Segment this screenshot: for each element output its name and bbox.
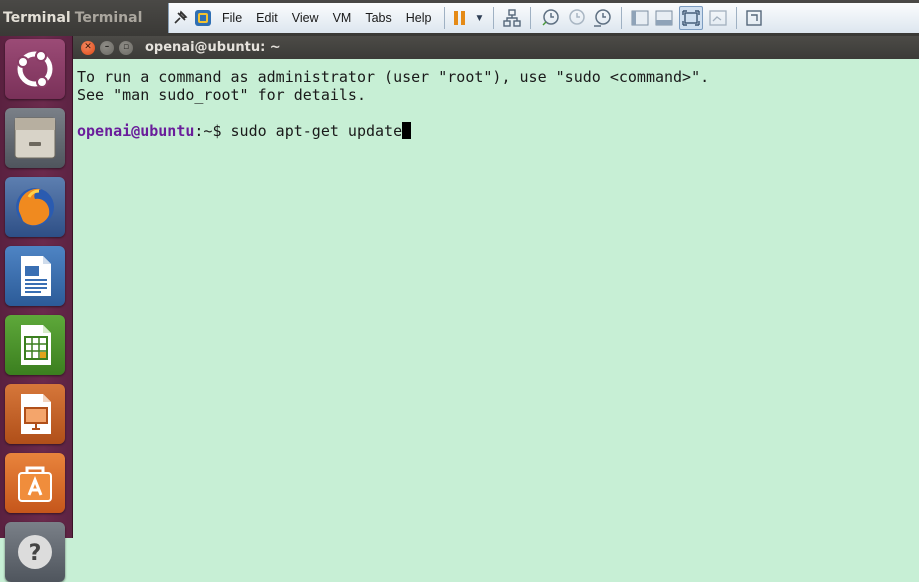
network-icon[interactable]	[503, 7, 522, 29]
menu-vm[interactable]: VM	[326, 7, 359, 29]
maximize-button[interactable]: ▫	[119, 40, 133, 55]
snapshot-take-icon[interactable]	[540, 7, 560, 29]
snapshot-revert-icon[interactable]	[566, 7, 586, 29]
menu-tabs[interactable]: Tabs	[358, 7, 398, 29]
menu-view[interactable]: View	[285, 7, 326, 29]
app-title-right: Terminal	[74, 10, 143, 26]
close-button[interactable]: ✕	[81, 40, 95, 55]
prompt-path: :~$	[194, 122, 231, 140]
minimize-button[interactable]: –	[100, 40, 114, 55]
app-title-left: Terminal	[3, 10, 71, 26]
view-unity-icon[interactable]	[655, 7, 673, 29]
menu-help[interactable]: Help	[399, 7, 439, 29]
help-icon[interactable]: ?	[5, 522, 65, 582]
prompt-user: openai@ubuntu	[77, 122, 195, 140]
window-title: openai@ubuntu: ~	[145, 40, 281, 55]
svg-text:?: ?	[29, 541, 42, 566]
terminal-line: See "man sudo_root" for details.	[77, 86, 366, 104]
toolbar-separator	[493, 7, 495, 29]
menu-edit[interactable]: Edit	[249, 7, 285, 29]
menu-file[interactable]: File	[215, 7, 249, 29]
app-title: Terminal Terminal	[0, 0, 168, 36]
vm-console-icon[interactable]	[194, 7, 212, 29]
toolbar-separator	[530, 7, 532, 29]
fit-guest-icon[interactable]	[746, 7, 763, 29]
text-cursor	[402, 122, 412, 139]
libreoffice-impress-icon[interactable]	[5, 384, 65, 444]
firefox-icon[interactable]	[5, 177, 65, 237]
prompt-line[interactable]: openai@ubuntu:~$ sudo apt-get update	[77, 122, 919, 140]
files-icon[interactable]	[5, 108, 65, 168]
libreoffice-calc-icon[interactable]	[5, 315, 65, 375]
dropdown-arrow-icon[interactable]: ▼	[474, 7, 484, 29]
snapshot-manager-icon[interactable]	[592, 7, 612, 29]
pause-icon[interactable]	[454, 7, 468, 29]
terminal-output[interactable]: To run a command as administrator (user …	[73, 59, 919, 538]
launcher: ?	[0, 36, 73, 582]
ubuntu-dash-icon[interactable]	[5, 39, 65, 99]
software-center-icon[interactable]	[5, 453, 65, 513]
toolbar-separator	[736, 7, 738, 29]
terminal-titlebar[interactable]: ✕ – ▫ openai@ubuntu: ~	[73, 36, 919, 59]
toolbar-separator	[444, 7, 446, 29]
toolbar-separator	[621, 7, 623, 29]
top-panel: Terminal Terminal File Edit View VM Tabs…	[0, 0, 919, 36]
full-screen-icon[interactable]	[679, 6, 704, 30]
view-console-icon[interactable]	[631, 7, 649, 29]
command-input[interactable]: sudo apt-get update	[231, 122, 403, 140]
pin-icon[interactable]	[172, 7, 188, 29]
vm-toolbar: File Edit View VM Tabs Help ▼	[168, 3, 919, 33]
quick-switch-icon[interactable]	[709, 7, 728, 29]
terminal-line: To run a command as administrator (user …	[77, 68, 710, 86]
libreoffice-writer-icon[interactable]	[5, 246, 65, 306]
